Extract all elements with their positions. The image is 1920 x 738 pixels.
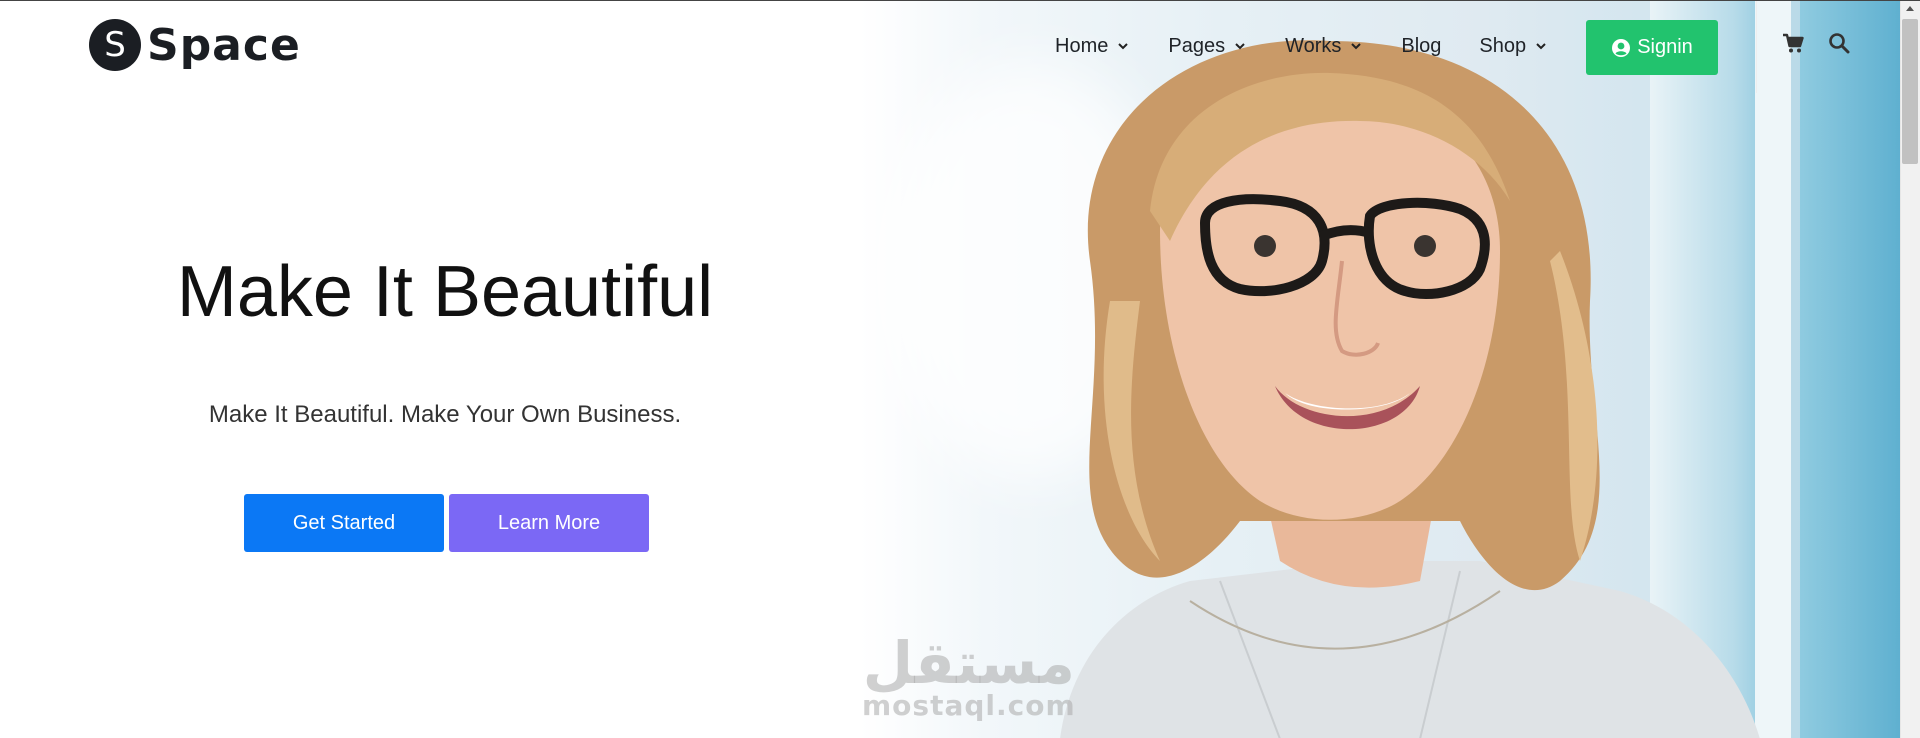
watermark-latin: mostaql.com [862, 689, 1076, 722]
nav-item-works[interactable]: Works [1285, 31, 1362, 61]
scroll-up-arrow-icon[interactable] [1906, 6, 1914, 11]
nav-item-label: Pages [1168, 34, 1226, 57]
chevron-down-icon [1235, 43, 1245, 50]
chevron-down-icon [1351, 43, 1362, 50]
chevron-down-icon [1118, 43, 1129, 50]
nav-item-blog[interactable]: Blog [1401, 31, 1441, 61]
site-logo[interactable]: S Space [89, 19, 301, 71]
logo-badge: S [89, 19, 141, 71]
watermark-arabic: مستقل [862, 629, 1075, 697]
learn-more-button[interactable]: Learn More [449, 494, 649, 552]
chevron-down-icon [1536, 43, 1546, 50]
page: S Space Home Pages Works Blog Shop Signi… [0, 0, 1920, 738]
nav-item-label: Home [1055, 34, 1109, 57]
cart-icon[interactable] [1782, 32, 1804, 54]
woman-portrait-image [1060, 40, 1760, 738]
logo-text: Space [147, 19, 301, 71]
get-started-button[interactable]: Get Started [244, 494, 444, 552]
signin-label: Signin [1637, 36, 1693, 58]
hero-image [860, 1, 1900, 738]
user-circle-icon [1612, 38, 1631, 57]
hero-title: Make It Beautiful [176, 252, 714, 332]
nav-item-label: Works [1285, 34, 1342, 57]
scrollbar-thumb[interactable] [1902, 19, 1918, 164]
nav-item-label: Shop [1479, 34, 1527, 57]
header-divider [1756, 1, 1757, 93]
hero-subtitle: Make It Beautiful. Make Your Own Busines… [208, 401, 682, 428]
nav-item-label: Blog [1401, 34, 1442, 57]
watermark: مستقل mostaql.com [862, 633, 1076, 722]
signin-button[interactable]: Signin [1586, 20, 1718, 75]
nav-item-pages[interactable]: Pages [1168, 31, 1245, 61]
site-header: S Space Home Pages Works Blog Shop Signi… [0, 1, 1900, 93]
nav-item-shop[interactable]: Shop [1479, 31, 1546, 61]
search-icon[interactable] [1828, 32, 1850, 54]
main-nav: Home Pages Works Blog Shop [1055, 31, 1586, 61]
nav-item-home[interactable]: Home [1055, 31, 1129, 61]
